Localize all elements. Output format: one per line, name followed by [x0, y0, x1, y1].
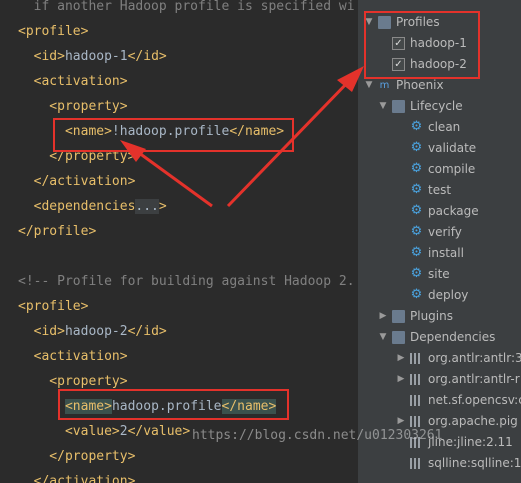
tree-item-net-sf-opencsv-c[interactable]: net.sf.opencsv:c	[358, 390, 521, 411]
code-token: </property>	[18, 449, 136, 464]
annotation-box-profiles	[364, 11, 480, 79]
gear-icon: ⚙	[410, 287, 423, 302]
code-token: <id>	[18, 324, 65, 339]
code-line[interactable]: </activation>	[18, 169, 136, 194]
code-token: hadoop-1	[64, 49, 128, 64]
tree-item-label: test	[428, 183, 452, 197]
library-icon	[410, 416, 421, 427]
tree-item-label: verify	[428, 225, 462, 239]
chevron-right-icon[interactable]: ▶	[396, 348, 406, 369]
tree-item-test[interactable]: ⚙ test	[358, 180, 521, 201]
tree-item-label: org.antlr:antlr-r	[428, 372, 520, 386]
tree-item-install[interactable]: ⚙ install	[358, 243, 521, 264]
code-line[interactable]: <id>hadoop-2</id>	[18, 319, 167, 344]
tree-item-clean[interactable]: ⚙ clean	[358, 117, 521, 138]
gear-icon: ⚙	[410, 203, 423, 218]
code-line[interactable]: </profile>	[18, 219, 96, 244]
gear-icon: ⚙	[410, 140, 423, 155]
code-line[interactable]: <id>hadoop-1</id>	[18, 44, 167, 69]
tree-item-label: Lifecycle	[410, 99, 463, 113]
tree-item-label: org.antlr:antlr:3	[428, 351, 521, 365]
gear-icon: ⚙	[410, 224, 423, 239]
tree-item-org-antlr-antlr-3[interactable]: ▶ org.antlr:antlr:3	[358, 348, 521, 369]
folder-icon	[392, 100, 405, 113]
library-icon	[410, 353, 421, 364]
code-line[interactable]: <profile>	[18, 19, 88, 44]
tree-item-package[interactable]: ⚙ package	[358, 201, 521, 222]
tree-item-label: install	[428, 246, 464, 260]
code-token: </id>	[127, 324, 167, 339]
code-line[interactable]: <!-- Profile for building against Hadoop…	[18, 269, 355, 294]
code-line[interactable]: <property>	[18, 94, 128, 119]
tree-item-label: package	[428, 204, 479, 218]
chevron-down-icon[interactable]: ▼	[378, 96, 388, 117]
code-line[interactable]: if another Hadoop profile is specified w…	[18, 0, 355, 19]
tree-item-site[interactable]: ⚙ site	[358, 264, 521, 285]
code-token: <activation>	[18, 74, 128, 89]
library-icon	[410, 395, 421, 406]
tree-item-sqlline-sqlline-1[interactable]: sqlline:sqlline:1	[358, 453, 521, 474]
tree-item-deploy[interactable]: ⚙ deploy	[358, 285, 521, 306]
gear-icon: ⚙	[410, 161, 423, 176]
gear-icon: ⚙	[410, 266, 423, 281]
code-line[interactable]: <value>2</value>	[18, 419, 190, 444]
code-token: <activation>	[18, 349, 128, 364]
gear-icon: ⚙	[410, 245, 423, 260]
tree-item-plugins[interactable]: ▶ Plugins	[358, 306, 521, 327]
code-token: </id>	[127, 49, 167, 64]
code-line[interactable]: <dependencies...>	[18, 194, 167, 219]
tree-item-label: validate	[428, 141, 477, 155]
code-line[interactable]: <activation>	[18, 69, 128, 94]
code-token: <!-- Profile for building against Hadoop…	[18, 274, 355, 289]
chevron-right-icon[interactable]: ▶	[378, 306, 388, 327]
code-token: <profile>	[18, 299, 89, 314]
annotation-box-name-hadoop-2	[58, 389, 289, 420]
code-token: <id>	[18, 49, 65, 64]
tree-item-label: clean	[428, 120, 461, 134]
code-token: <dependencies	[18, 199, 136, 214]
annotation-box-name-hadoop-1	[53, 118, 294, 152]
code-token: <profile>	[18, 24, 89, 39]
tree-item-label: compile	[428, 162, 476, 176]
tree-item-lifecycle[interactable]: ▼ Lifecycle	[358, 96, 521, 117]
code-token: >	[158, 199, 167, 214]
tree-item-label: site	[428, 267, 450, 281]
library-icon	[410, 458, 421, 469]
gear-icon: ⚙	[410, 119, 423, 134]
tree-item-label: Plugins	[410, 309, 453, 323]
code-token: </value>	[127, 424, 191, 439]
tree-item-compile[interactable]: ⚙ compile	[358, 159, 521, 180]
chevron-right-icon[interactable]: ▶	[396, 369, 406, 390]
maven-icon: m	[379, 80, 390, 91]
code-token: </activation>	[18, 174, 136, 189]
code-token: <property>	[18, 374, 128, 389]
library-icon	[410, 374, 421, 385]
tree-item-dependencies[interactable]: ▼ Dependencies	[358, 327, 521, 348]
code-token: hadoop-2	[64, 324, 128, 339]
tree-item-label: deploy	[428, 288, 469, 302]
code-line[interactable]: <profile>	[18, 294, 88, 319]
code-line[interactable]: </activation>	[18, 469, 136, 483]
watermark: https://blog.csdn.net/u012303261	[192, 428, 443, 443]
chevron-down-icon[interactable]: ▼	[378, 327, 388, 348]
tree-item-label: sqlline:sqlline:1	[428, 456, 521, 470]
code-token: </profile>	[18, 224, 97, 239]
folder-icon	[392, 310, 405, 323]
code-token: 2	[119, 424, 128, 439]
tree-item-label: net.sf.opencsv:c	[428, 393, 521, 407]
tree-item-validate[interactable]: ⚙ validate	[358, 138, 521, 159]
tree-item-verify[interactable]: ⚙ verify	[358, 222, 521, 243]
code-line[interactable]: </property>	[18, 444, 135, 469]
code-token: <property>	[18, 99, 128, 114]
code-line[interactable]: <activation>	[18, 344, 128, 369]
code-token: <value>	[18, 424, 120, 439]
folded-region[interactable]: ...	[135, 199, 159, 214]
gear-icon: ⚙	[410, 182, 423, 197]
code-token: if another Hadoop profile is specified w…	[18, 0, 355, 14]
code-token: </activation>	[18, 474, 136, 483]
folder-icon	[392, 331, 405, 344]
tree-item-org-antlr-antlr-r[interactable]: ▶ org.antlr:antlr-r	[358, 369, 521, 390]
tree-item-label: Dependencies	[410, 330, 496, 344]
